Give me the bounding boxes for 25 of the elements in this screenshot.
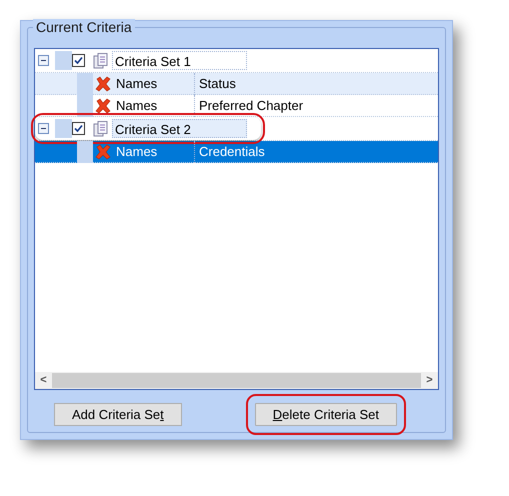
collapse-icon[interactable] bbox=[38, 123, 49, 134]
collapse-icon[interactable] bbox=[38, 55, 49, 66]
scrollbar-thumb[interactable] bbox=[52, 373, 421, 388]
document-icon bbox=[93, 120, 108, 136]
field-cell: Names bbox=[116, 94, 195, 116]
document-icon bbox=[93, 52, 108, 68]
value-cell-text: Credentials bbox=[199, 142, 265, 161]
value-cell-text: Preferred Chapter bbox=[199, 96, 304, 115]
criteria-set-button[interactable]: Add Criteria Set bbox=[54, 403, 182, 426]
criteria-set-row[interactable]: Criteria Set 2 bbox=[35, 117, 261, 140]
criteria-set-label[interactable]: Criteria Set 2 bbox=[112, 119, 247, 138]
scroll-left-button[interactable]: < bbox=[35, 372, 52, 389]
criteria-row[interactable]: Names Status bbox=[35, 73, 438, 95]
scroll-right-button[interactable]: > bbox=[421, 372, 438, 389]
group-title: Current Criteria bbox=[33, 19, 135, 35]
criteria-row[interactable]: Names Preferred Chapter bbox=[35, 95, 438, 117]
checkbox[interactable] bbox=[72, 54, 85, 67]
delete-x-icon[interactable] bbox=[95, 98, 111, 114]
checkbox[interactable] bbox=[72, 122, 85, 135]
delete-x-icon[interactable] bbox=[95, 76, 111, 92]
field-cell: Names bbox=[116, 140, 195, 162]
criteria-set-label[interactable]: Criteria Set 1 bbox=[112, 51, 247, 70]
criteria-set-row[interactable]: Criteria Set 1 bbox=[35, 49, 261, 72]
criteria-set-button[interactable]: Delete Criteria Set bbox=[254, 403, 397, 426]
value-cell-text: Status bbox=[199, 74, 236, 93]
